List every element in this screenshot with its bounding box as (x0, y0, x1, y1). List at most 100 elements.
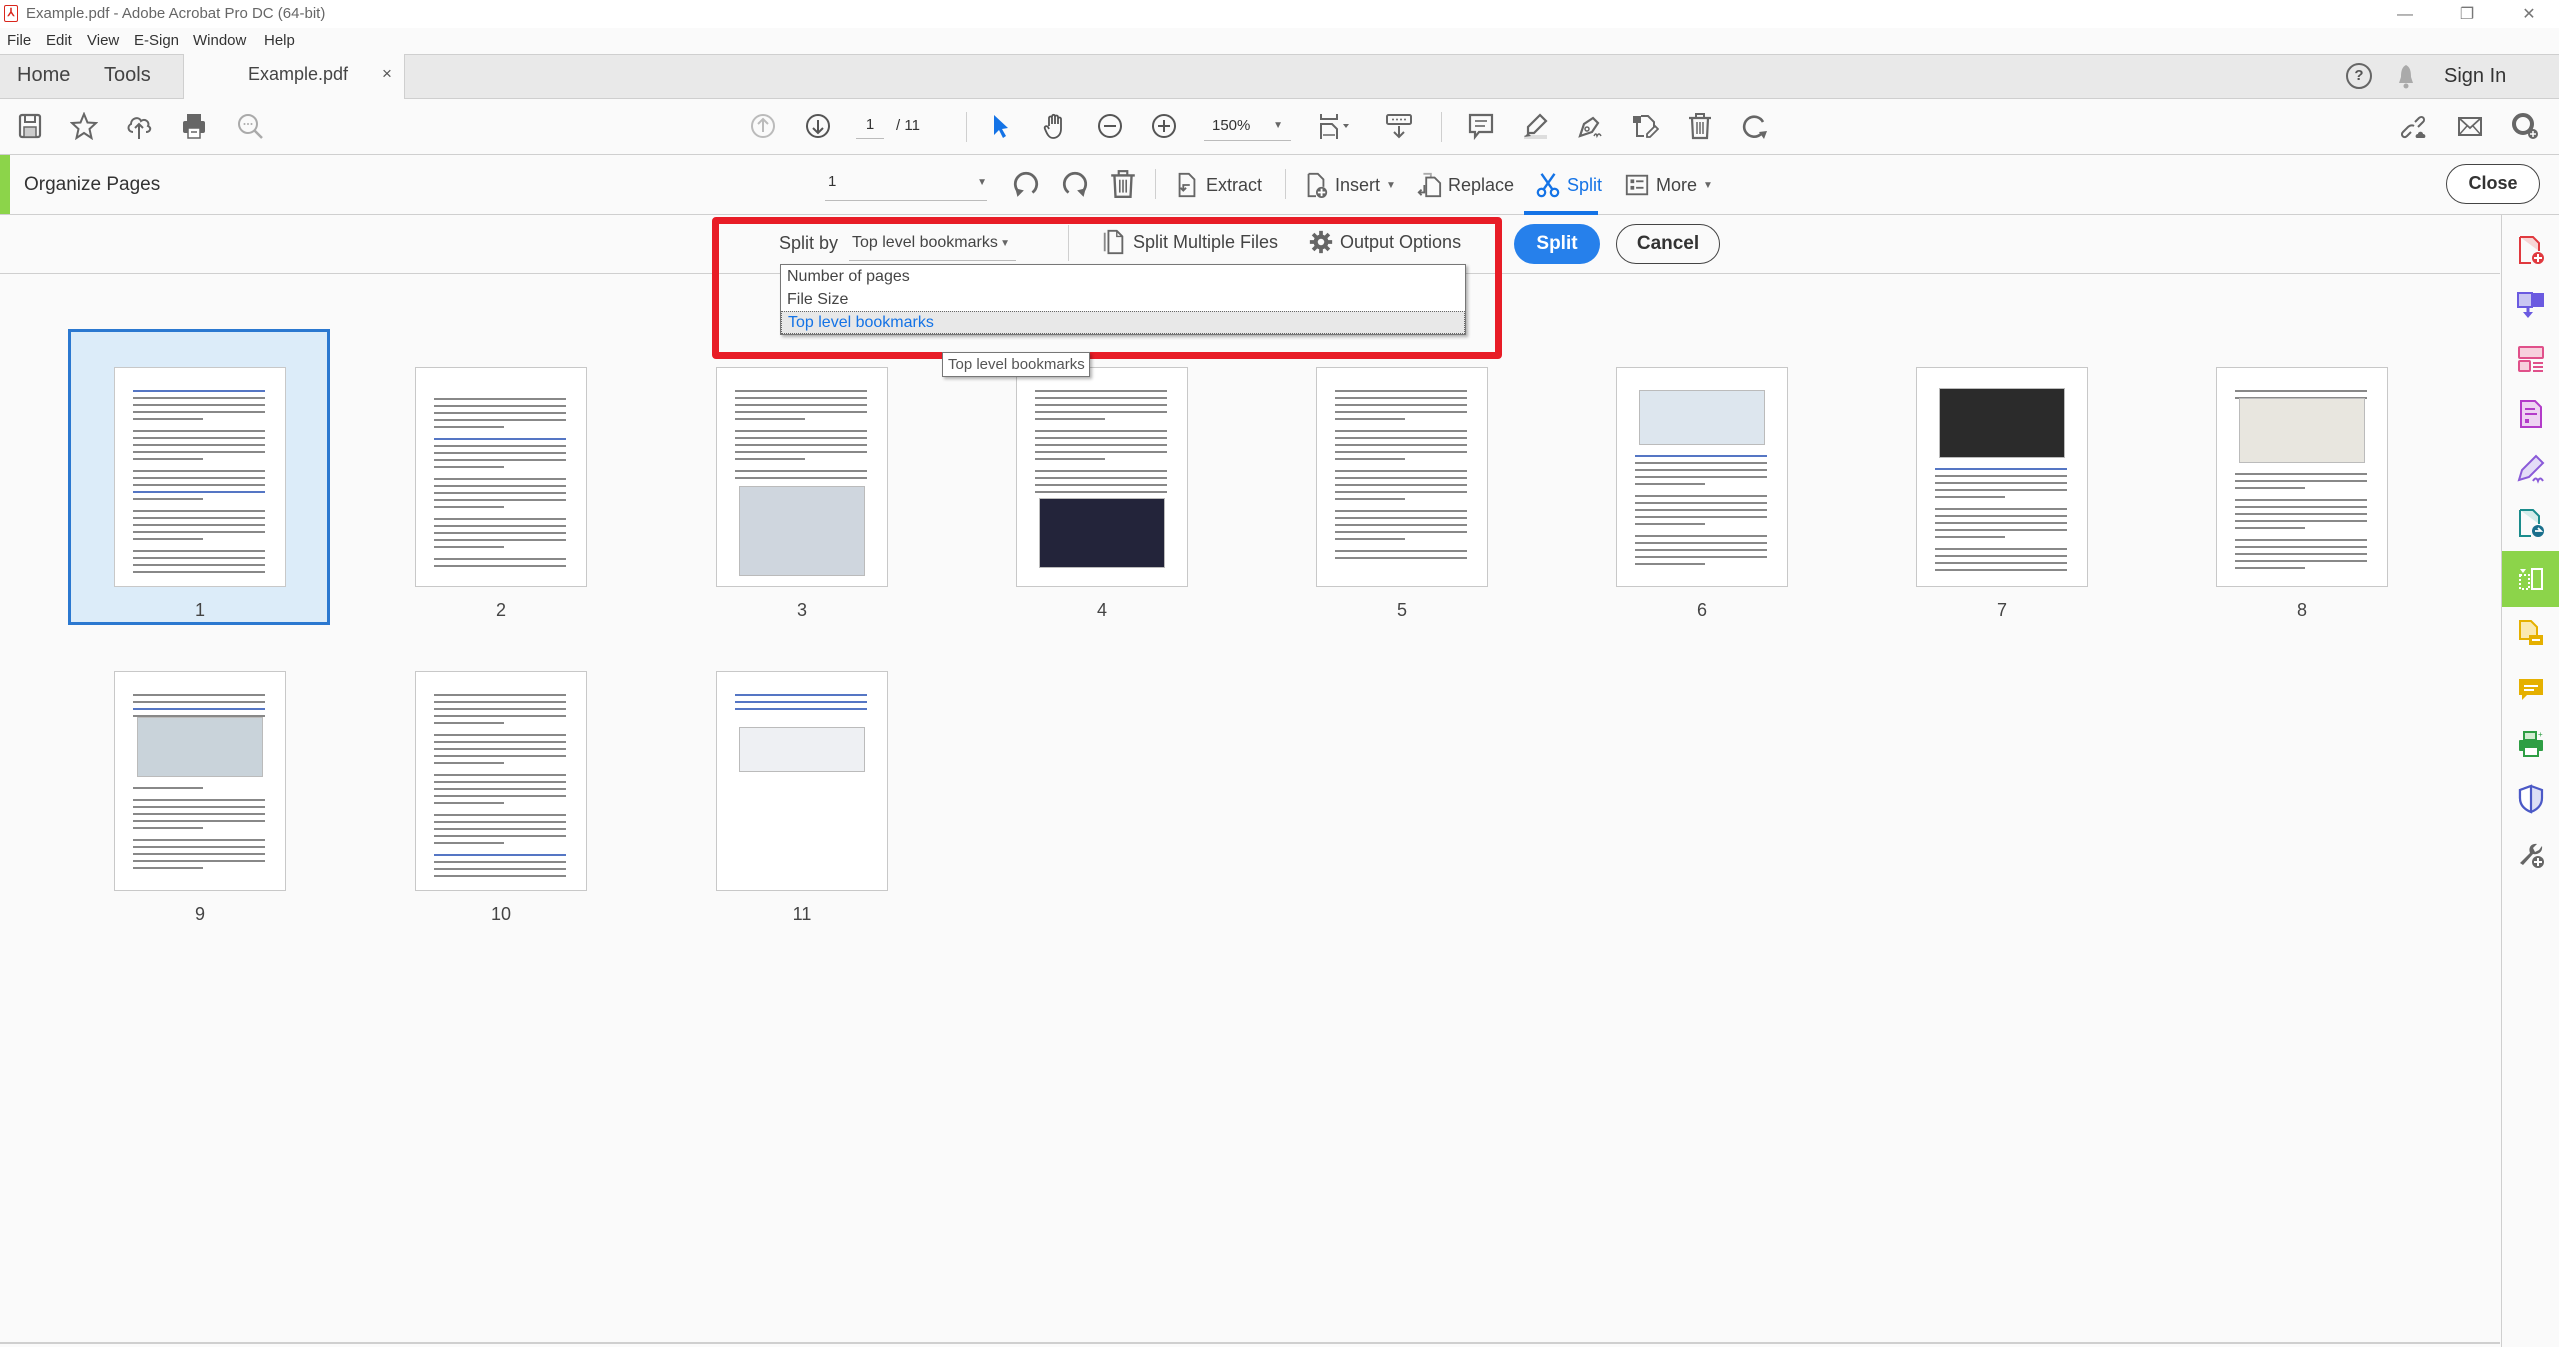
tab-tools[interactable]: Tools (104, 64, 151, 87)
help-icon[interactable]: ? (2346, 63, 2372, 89)
close-tab-icon[interactable]: × (382, 64, 392, 84)
split-by-dropdown-list: Number of pages File Size Top level book… (780, 264, 1466, 335)
minimize-button[interactable]: — (2382, 2, 2428, 28)
fill-sign-icon[interactable] (2502, 441, 2559, 497)
page-text-line (434, 558, 566, 560)
extract-button[interactable]: Extract (1174, 170, 1262, 200)
insert-button[interactable]: Insert ▼ (1303, 170, 1396, 200)
send-pdf-icon[interactable] (2502, 495, 2559, 551)
page-thumbnail[interactable] (114, 671, 286, 891)
save-icon[interactable] (15, 111, 45, 141)
add-user-icon[interactable] (2510, 111, 2540, 141)
fit-page-icon[interactable] (1316, 111, 1360, 141)
rotate-right-icon[interactable] (1060, 169, 1090, 199)
page-range-value: 1 (828, 173, 837, 190)
split-by-select[interactable]: Top level bookmarks ▼ (849, 227, 1016, 261)
page-text-line (2235, 527, 2305, 529)
page-text-line (1335, 451, 1467, 453)
page-range-select[interactable]: 1 ▼ (825, 167, 987, 201)
page-text-line (1635, 523, 1705, 525)
page-text-line (1335, 418, 1405, 420)
menu-view[interactable]: View (87, 32, 119, 49)
dropdown-option-file-size[interactable]: File Size (781, 289, 1465, 312)
hand-icon[interactable] (1040, 111, 1070, 141)
redo-icon[interactable] (1740, 111, 1770, 141)
page-thumbnail[interactable] (415, 671, 587, 891)
main-toolbar: 1 / 11 150% ▼ (0, 99, 2559, 155)
page-text-line (434, 875, 566, 877)
replace-button[interactable]: Replace (1416, 170, 1514, 200)
select-arrow-icon[interactable] (985, 111, 1015, 141)
sign-pen-icon[interactable] (1575, 111, 1605, 141)
page-number-input[interactable]: 1 (856, 113, 884, 139)
close-window-button[interactable]: ✕ (2506, 2, 2552, 28)
close-organize-button[interactable]: Close (2446, 164, 2540, 204)
page-text-line (1635, 509, 1767, 511)
comment-tool-icon[interactable] (2502, 661, 2559, 717)
edit-pdf-icon[interactable] (1630, 111, 1660, 141)
create-pdf-icon[interactable] (2502, 222, 2559, 278)
page-thumbnail[interactable] (716, 367, 888, 587)
upload-cloud-icon[interactable] (124, 111, 154, 141)
output-options-button[interactable]: Output Options (1308, 229, 1461, 255)
notification-bell-icon[interactable] (2396, 63, 2416, 91)
menu-help[interactable]: Help (264, 32, 295, 49)
dropdown-option-top-level-bookmarks[interactable]: Top level bookmarks (781, 311, 1465, 334)
edit-form-icon[interactable] (2502, 386, 2559, 442)
menu-esign[interactable]: E-Sign (134, 32, 179, 49)
tab-document[interactable]: Example.pdf × (183, 54, 405, 99)
more-button[interactable]: More ▼ (1624, 170, 1713, 200)
page-thumbnail[interactable] (1616, 367, 1788, 587)
page-image (2239, 398, 2365, 463)
page-text-line (133, 517, 265, 519)
organize-pages-icon[interactable] (2502, 551, 2559, 607)
sign-in-link[interactable]: Sign In (2444, 65, 2506, 88)
email-icon[interactable] (2455, 111, 2485, 141)
highlight-icon[interactable] (1520, 111, 1550, 141)
print-icon[interactable] (179, 111, 209, 141)
cancel-button[interactable]: Cancel (1616, 224, 1720, 264)
page-text-line (1935, 536, 2005, 538)
page-text-line (133, 701, 265, 703)
delete-icon[interactable] (1685, 111, 1715, 141)
menu-window[interactable]: Window (193, 32, 246, 49)
bookmark-star-icon[interactable] (69, 111, 99, 141)
split-tool-button[interactable]: Split (1535, 170, 1602, 200)
page-text-line (434, 861, 566, 863)
page-text-line (434, 499, 566, 501)
prev-page-icon[interactable] (748, 111, 778, 141)
delete-page-icon[interactable] (1108, 169, 1138, 199)
more-tools-icon[interactable] (2502, 826, 2559, 882)
page-thumbnail[interactable] (1916, 367, 2088, 587)
restore-button[interactable]: ❐ (2444, 2, 2490, 28)
zoom-out-icon[interactable] (1095, 111, 1125, 141)
menu-file[interactable]: File (7, 32, 31, 49)
scroll-mode-icon[interactable] (1384, 111, 1414, 141)
split-multiple-files-button[interactable]: Split Multiple Files (1101, 229, 1278, 255)
page-text-line (434, 412, 566, 414)
page-thumbnail[interactable] (1016, 367, 1188, 587)
export-pdf-icon[interactable] (2502, 276, 2559, 332)
organize-forms-icon[interactable] (2502, 331, 2559, 387)
page-thumbnail[interactable] (415, 367, 587, 587)
search-zoom-icon[interactable] (235, 111, 265, 141)
page-thumbnail[interactable] (114, 367, 286, 587)
page-thumbnail[interactable] (2216, 367, 2388, 587)
zoom-level-select[interactable]: 150% ▼ (1204, 113, 1291, 141)
tab-home[interactable]: Home (17, 64, 70, 87)
dropdown-option-number-of-pages[interactable]: Number of pages (781, 266, 1465, 289)
print-production-icon[interactable]: + (2502, 716, 2559, 772)
split-button[interactable]: Split (1514, 224, 1600, 264)
combine-comment-icon[interactable] (2502, 606, 2559, 662)
page-text-line (1035, 397, 1167, 399)
page-thumbnail[interactable] (716, 671, 888, 891)
rotate-left-icon[interactable] (1011, 169, 1041, 199)
page-text-line (1035, 390, 1167, 392)
comment-icon[interactable] (1466, 111, 1496, 141)
zoom-in-icon[interactable] (1149, 111, 1179, 141)
menu-edit[interactable]: Edit (46, 32, 72, 49)
protect-icon[interactable] (2502, 771, 2559, 827)
share-link-icon[interactable] (2400, 111, 2430, 141)
next-page-icon[interactable] (803, 111, 833, 141)
page-thumbnail[interactable] (1316, 367, 1488, 587)
